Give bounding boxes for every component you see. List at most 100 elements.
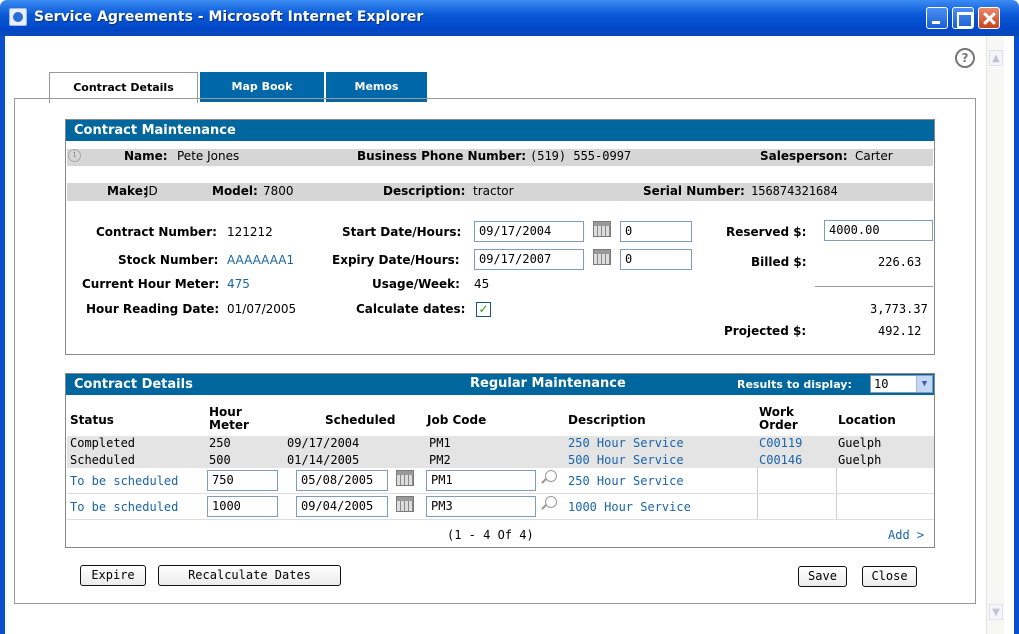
row1-work-order-link[interactable]: C00119	[759, 436, 802, 450]
table-row-shade	[67, 452, 934, 468]
row4-search-icon[interactable]	[545, 496, 557, 508]
row3-calendar-icon[interactable]	[396, 470, 414, 486]
projected-label: Projected $:	[724, 324, 807, 338]
billed-label: Billed $:	[751, 255, 807, 269]
serial-number-label: Serial Number:	[643, 184, 745, 198]
projected-value: 492.12	[878, 324, 922, 338]
row1-location: Guelph	[838, 436, 882, 450]
row2-status: Scheduled	[70, 453, 136, 467]
row3-scheduled-input[interactable]: 05/08/2005	[296, 470, 388, 491]
help-icon[interactable]: ?	[955, 48, 975, 68]
remaining-value: 3,773.37	[870, 302, 928, 316]
row4-hour-input[interactable]: 1000	[207, 496, 278, 517]
window-title: Service Agreements - Microsoft Internet …	[34, 9, 424, 25]
hour-reading-date-value: 01/07/2005	[227, 302, 297, 316]
usage-week-value: 45	[474, 277, 490, 291]
start-calendar-icon[interactable]	[593, 221, 611, 237]
row3-hour-input[interactable]: 750	[207, 470, 278, 491]
row1-description-link[interactable]: 250 Hour Service	[568, 436, 684, 450]
scroll-up-icon[interactable]: ▲	[989, 50, 1003, 66]
row4-scheduled-input[interactable]: 09/04/2005	[296, 496, 388, 517]
expiry-calendar-icon[interactable]	[593, 249, 611, 265]
regular-maintenance-title: Regular Maintenance	[470, 376, 626, 391]
save-button[interactable]: Save	[798, 566, 847, 587]
expiry-hours-input[interactable]: 0	[620, 249, 692, 270]
add-link[interactable]: Add >	[888, 528, 924, 542]
row3-search-icon[interactable]	[545, 470, 557, 482]
scroll-down-icon[interactable]: ▼	[989, 604, 1003, 620]
row2-location: Guelph	[838, 453, 882, 467]
row2-description-link[interactable]: 500 Hour Service	[568, 453, 684, 467]
name-label: Name:	[124, 149, 168, 163]
row4-status-link[interactable]: To be scheduled	[70, 500, 178, 514]
calculate-dates-checkbox[interactable]: ✓	[476, 302, 491, 317]
calculate-dates-label: Calculate dates:	[356, 302, 466, 316]
expiry-date-input[interactable]: 09/17/2007	[474, 249, 584, 270]
ie-app-icon	[9, 8, 27, 26]
row3-status-link[interactable]: To be scheduled	[70, 474, 178, 488]
row4-description-link[interactable]: 1000 Hour Service	[568, 500, 691, 514]
usage-week-label: Usage/Week:	[372, 277, 460, 291]
maximize-button[interactable]	[952, 7, 974, 29]
column-header-hour-meter: Hour Meter	[209, 405, 249, 432]
reserved-label: Reserved $:	[726, 225, 807, 239]
pagination-text: (1 - 4 Of 4)	[447, 528, 534, 542]
contract-number-label: Contract Number:	[96, 225, 217, 239]
expire-button[interactable]: Expire	[80, 565, 146, 586]
column-header-location: Location	[838, 413, 896, 427]
row1-job-code: PM1	[429, 436, 451, 450]
stock-number-link[interactable]: AAAAAAA1	[227, 253, 294, 267]
contract-details-title: Contract Details	[74, 377, 193, 392]
results-to-display-label: Results to display:	[737, 378, 852, 391]
start-date-input[interactable]: 09/17/2004	[474, 221, 584, 242]
table-divider	[67, 519, 934, 520]
recalculate-dates-button[interactable]: Recalculate Dates	[158, 565, 341, 586]
column-header-work-order: Work Order	[759, 405, 798, 432]
table-row-shade	[67, 436, 934, 452]
row2-hour: 500	[209, 453, 231, 467]
salesperson-value: Carter	[855, 149, 893, 163]
minimize-button[interactable]	[926, 7, 948, 29]
row3-job-code-input[interactable]: PM1	[426, 470, 536, 491]
current-hour-meter-link[interactable]: 475	[227, 277, 250, 291]
info-icon[interactable]: i	[68, 149, 81, 162]
window-frame-left	[0, 36, 5, 634]
contract-details-panel: Contract Details	[65, 373, 935, 548]
start-date-label: Start Date/Hours:	[342, 225, 462, 239]
row2-work-order-link[interactable]: C00146	[759, 453, 802, 467]
column-header-scheduled: Scheduled	[325, 413, 396, 427]
vertical-scrollbar[interactable]: ▲ ▼	[986, 36, 1004, 634]
column-header-description: Description	[568, 413, 646, 427]
column-header-status: Status	[70, 413, 114, 427]
row4-calendar-icon[interactable]	[396, 496, 414, 512]
serial-number-value: 156874321684	[751, 184, 838, 198]
make-value: JD	[145, 184, 158, 198]
total-separator	[815, 286, 933, 287]
salesperson-label: Salesperson:	[760, 149, 848, 163]
row4-job-code-input[interactable]: PM3	[426, 496, 536, 517]
model-label: Model:	[212, 184, 258, 198]
row1-status: Completed	[70, 436, 136, 450]
start-hours-input[interactable]: 0	[620, 221, 692, 242]
reserved-input[interactable]: 4000.00	[824, 220, 933, 241]
chevron-down-icon[interactable]: ▼	[916, 376, 932, 392]
make-label: Make:	[107, 184, 148, 198]
current-hour-meter-label: Current Hour Meter:	[82, 277, 220, 291]
close-window-button[interactable]	[978, 7, 1000, 29]
model-value: 7800	[263, 184, 294, 198]
contract-number-value: 121212	[227, 225, 273, 239]
window-frame-right	[1014, 36, 1019, 634]
expiry-date-label: Expiry Date/Hours:	[332, 253, 460, 267]
description-label: Description:	[383, 184, 466, 198]
name-value: Pete Jones	[177, 149, 240, 163]
billed-value: 226.63	[878, 255, 922, 269]
results-select-value: 10	[874, 377, 889, 391]
row1-hour: 250	[209, 436, 231, 450]
close-button[interactable]: Close	[862, 566, 917, 587]
results-to-display-select[interactable]: 10 ▼	[870, 375, 933, 393]
window-titlebar: Service Agreements - Microsoft Internet …	[0, 0, 1019, 36]
row3-description-link[interactable]: 250 Hour Service	[568, 474, 684, 488]
description-value: tractor	[473, 184, 514, 198]
row2-scheduled: 01/14/2005	[287, 453, 360, 467]
hour-reading-date-label: Hour Reading Date:	[86, 302, 220, 316]
